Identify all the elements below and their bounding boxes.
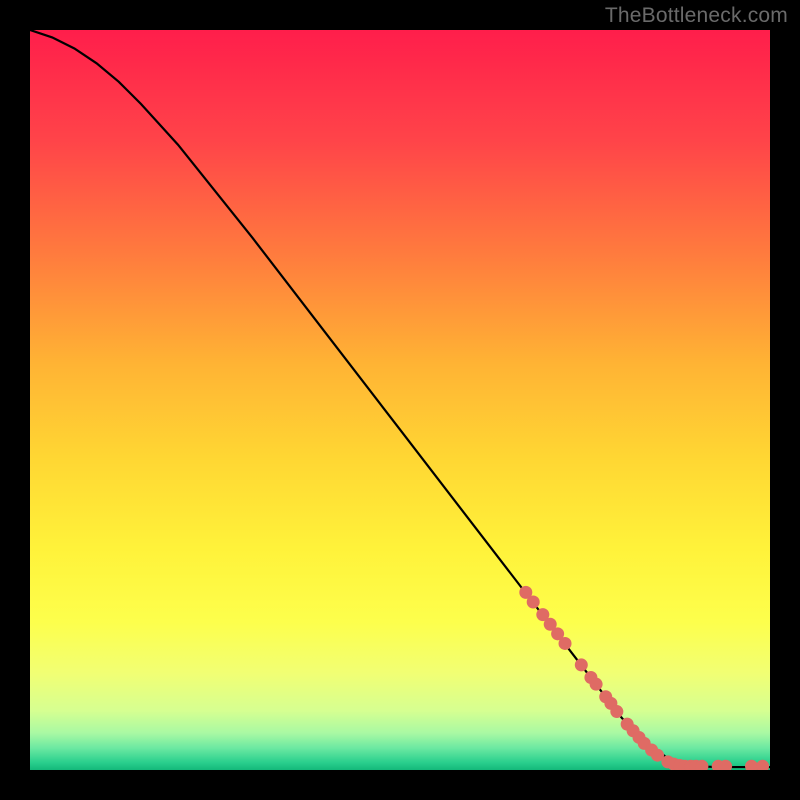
watermark-text: TheBottleneck.com (605, 4, 788, 28)
chart-frame: TheBottleneck.com (0, 0, 800, 800)
gradient-background (30, 30, 770, 770)
plot-area (30, 30, 770, 770)
data-marker (575, 658, 588, 671)
data-marker (610, 705, 623, 718)
data-marker (590, 678, 603, 691)
data-marker (527, 596, 540, 609)
chart-svg (30, 30, 770, 770)
data-marker (559, 637, 572, 650)
